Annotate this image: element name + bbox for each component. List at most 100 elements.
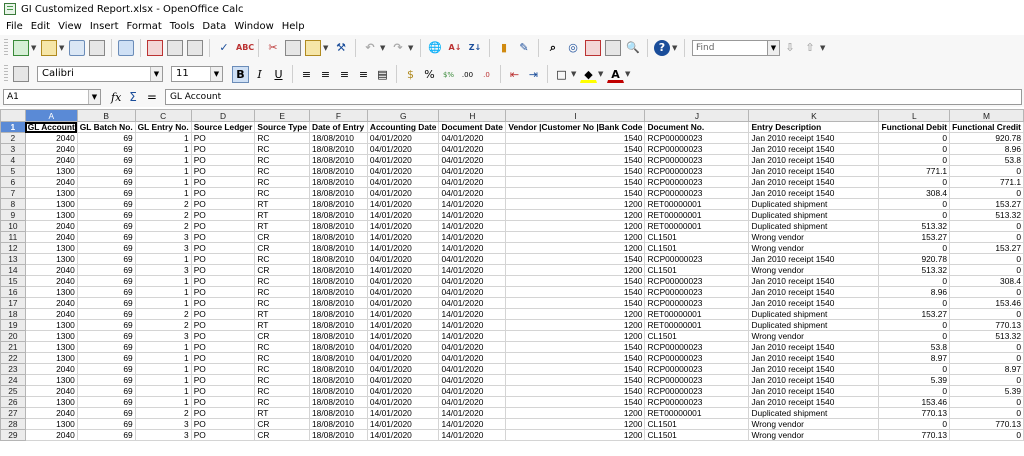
cell[interactable]: 0 [878, 143, 951, 155]
cell[interactable]: 2040 [24, 132, 78, 144]
cell[interactable]: RT [254, 407, 311, 419]
cell[interactable]: CL1501 [644, 418, 750, 430]
cell[interactable]: 0 [949, 231, 1024, 243]
cell[interactable]: 04/01/2020 [438, 253, 507, 265]
cell[interactable]: 04/01/2020 [366, 297, 440, 309]
undo-dropdown-icon[interactable]: ▼ [380, 40, 386, 56]
cell[interactable]: 153.27 [949, 198, 1024, 210]
cell[interactable]: RCP00000023 [644, 385, 750, 397]
cell[interactable]: RCP00000023 [644, 165, 750, 177]
cell[interactable]: 69 [76, 407, 136, 419]
row-header[interactable]: 12 [0, 242, 26, 254]
cell[interactable]: 18/08/2010 [309, 154, 368, 166]
cell[interactable]: 0 [878, 275, 951, 287]
cell[interactable]: 0 [949, 165, 1024, 177]
cell[interactable]: RC [254, 132, 311, 144]
hyperlink-icon[interactable]: 🌐 [427, 40, 443, 56]
cell[interactable]: 1540 [505, 253, 646, 265]
cell[interactable]: 2040 [24, 407, 78, 419]
cell[interactable]: PO [190, 352, 256, 364]
menu-help[interactable]: Help [278, 21, 309, 32]
font-name-select[interactable]: Calibri ▼ [37, 66, 163, 82]
styles-formatting-icon[interactable] [13, 66, 29, 82]
cell[interactable]: 69 [76, 132, 136, 144]
cell[interactable]: Jan 2010 receipt 1540 [748, 187, 880, 199]
cell[interactable]: 69 [76, 143, 136, 155]
cell[interactable]: 3 [134, 429, 192, 441]
cell[interactable]: 18/08/2010 [309, 176, 368, 188]
cell[interactable]: 14/01/2020 [366, 198, 440, 210]
cell[interactable]: 69 [76, 418, 136, 430]
cell[interactable]: RCP00000023 [644, 286, 750, 298]
export-pdf-icon[interactable] [147, 40, 163, 56]
column-title-cell[interactable]: Vendor |Customer No |Bank Code [505, 121, 646, 133]
cell[interactable]: 2040 [24, 308, 78, 320]
cell[interactable]: 2040 [24, 363, 78, 375]
underline-icon[interactable]: U [270, 66, 287, 83]
function-wizard-icon[interactable]: fx [111, 91, 121, 104]
row-header[interactable]: 27 [0, 407, 26, 419]
cell[interactable]: RET00000001 [644, 209, 750, 221]
find-input[interactable]: Find [692, 40, 768, 56]
cell[interactable]: 1200 [505, 407, 646, 419]
name-box-dropdown-icon[interactable]: ▼ [88, 90, 100, 104]
cell[interactable]: CL1501 [644, 330, 750, 342]
sort-descending-icon[interactable]: Z↓ [467, 40, 483, 56]
cell[interactable]: 153.46 [949, 297, 1024, 309]
row-header[interactable]: 15 [0, 275, 26, 287]
cell[interactable]: 1540 [505, 187, 646, 199]
cell[interactable]: 14/01/2020 [438, 308, 507, 320]
cell[interactable]: Jan 2010 receipt 1540 [748, 253, 880, 265]
cell[interactable]: 04/01/2020 [366, 187, 440, 199]
cell[interactable]: 3 [134, 264, 192, 276]
cell[interactable]: Jan 2010 receipt 1540 [748, 363, 880, 375]
column-header-l[interactable]: L [878, 109, 951, 122]
cell[interactable]: RC [254, 275, 311, 287]
cell[interactable]: 1540 [505, 132, 646, 144]
cell[interactable]: CR [254, 264, 311, 276]
cell[interactable]: 53.8 [949, 154, 1024, 166]
show-draw-functions-icon[interactable]: ✎ [516, 40, 532, 56]
cell[interactable]: 69 [76, 330, 136, 342]
menu-edit[interactable]: Edit [27, 21, 54, 32]
column-title-cell[interactable]: Document Date [438, 121, 507, 133]
paste-icon[interactable] [305, 40, 321, 56]
cell[interactable]: RET00000001 [644, 198, 750, 210]
cell[interactable]: RT [254, 220, 311, 232]
cell[interactable]: Wrong vendor [748, 418, 880, 430]
cell[interactable]: 04/01/2020 [438, 286, 507, 298]
cell[interactable]: CL1501 [644, 429, 750, 441]
menu-data[interactable]: Data [198, 21, 230, 32]
cell[interactable]: RCP00000023 [644, 341, 750, 353]
cell[interactable]: 2 [134, 308, 192, 320]
cell[interactable]: RCP00000023 [644, 154, 750, 166]
cell[interactable]: 18/08/2010 [309, 330, 368, 342]
cell[interactable]: 04/01/2020 [438, 176, 507, 188]
cell[interactable]: 69 [76, 308, 136, 320]
cell[interactable]: PO [190, 154, 256, 166]
cell[interactable]: 1300 [24, 253, 78, 265]
cell[interactable]: 69 [76, 286, 136, 298]
cell[interactable]: 0 [878, 242, 951, 254]
cell[interactable]: 1 [134, 275, 192, 287]
cell[interactable]: 69 [76, 220, 136, 232]
cell[interactable]: 1200 [505, 418, 646, 430]
cell[interactable]: 1300 [24, 396, 78, 408]
cell[interactable]: 69 [76, 231, 136, 243]
cell[interactable]: 5.39 [878, 374, 951, 386]
cell[interactable]: 04/01/2020 [366, 363, 440, 375]
cell[interactable]: 0 [949, 396, 1024, 408]
cell[interactable]: 513.32 [878, 220, 951, 232]
cell[interactable]: 0 [949, 253, 1024, 265]
cell[interactable]: 3 [134, 231, 192, 243]
cell[interactable]: PO [190, 429, 256, 441]
cell[interactable]: 8.96 [878, 286, 951, 298]
column-title-cell[interactable]: GL Entry No. [134, 121, 192, 133]
cell[interactable]: 1 [134, 374, 192, 386]
cell[interactable]: 04/01/2020 [366, 132, 440, 144]
cell[interactable]: 04/01/2020 [366, 396, 440, 408]
row-header[interactable]: 17 [0, 297, 26, 309]
data-sources-icon[interactable] [605, 40, 621, 56]
cell[interactable]: 1540 [505, 385, 646, 397]
row-header[interactable]: 24 [0, 374, 26, 386]
